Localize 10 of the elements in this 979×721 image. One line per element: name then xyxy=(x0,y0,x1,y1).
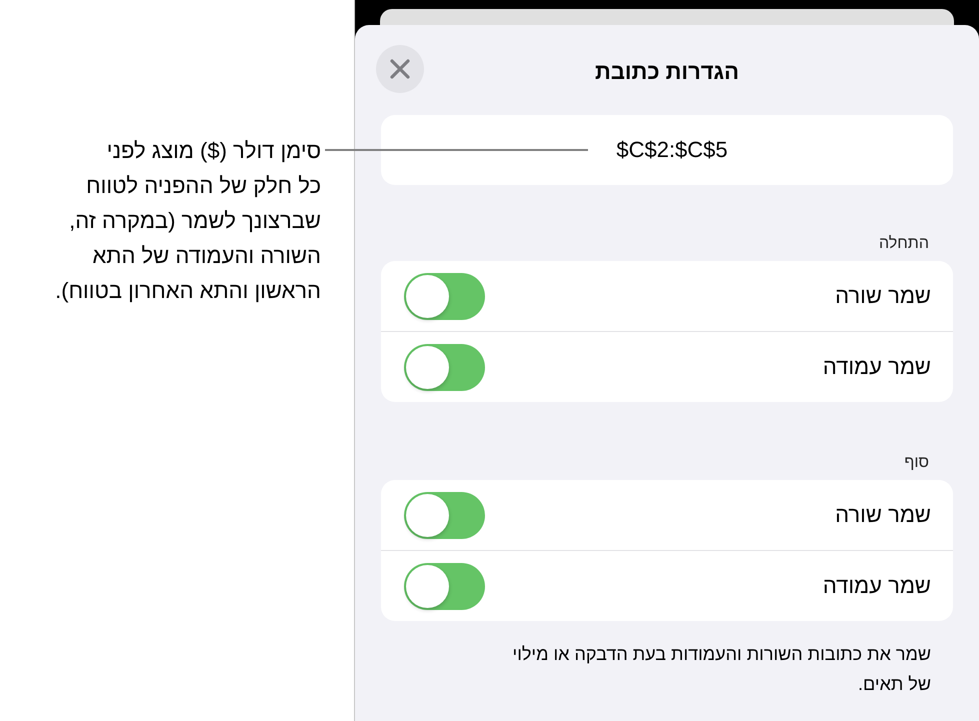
toggle-label: שמר עמודה xyxy=(822,573,931,599)
section-label: סוף xyxy=(903,454,929,472)
toggle-label: שמר שורה xyxy=(835,502,931,528)
toggle-label: שמר עמודה xyxy=(822,354,931,380)
sheet-title: הגדרות כתובת xyxy=(595,59,739,85)
callout-text: סימן דולר ($) מוצג לפני כל חלק של ההפניה לטווח שברצונך לשמר (במקרה זה, השורה והעמודה של התא הראשון והתא האחרון בטווח). xyxy=(55,137,321,305)
toggle-label: שמר שורה xyxy=(835,283,931,309)
footnote-text: שמר את כתובות השורות והעמודות בעת הדבקה או מילוי של תאים. xyxy=(512,643,931,696)
address-field[interactable]: $C$2:$C$5 xyxy=(381,115,953,185)
section-label: התחלה xyxy=(878,235,929,253)
